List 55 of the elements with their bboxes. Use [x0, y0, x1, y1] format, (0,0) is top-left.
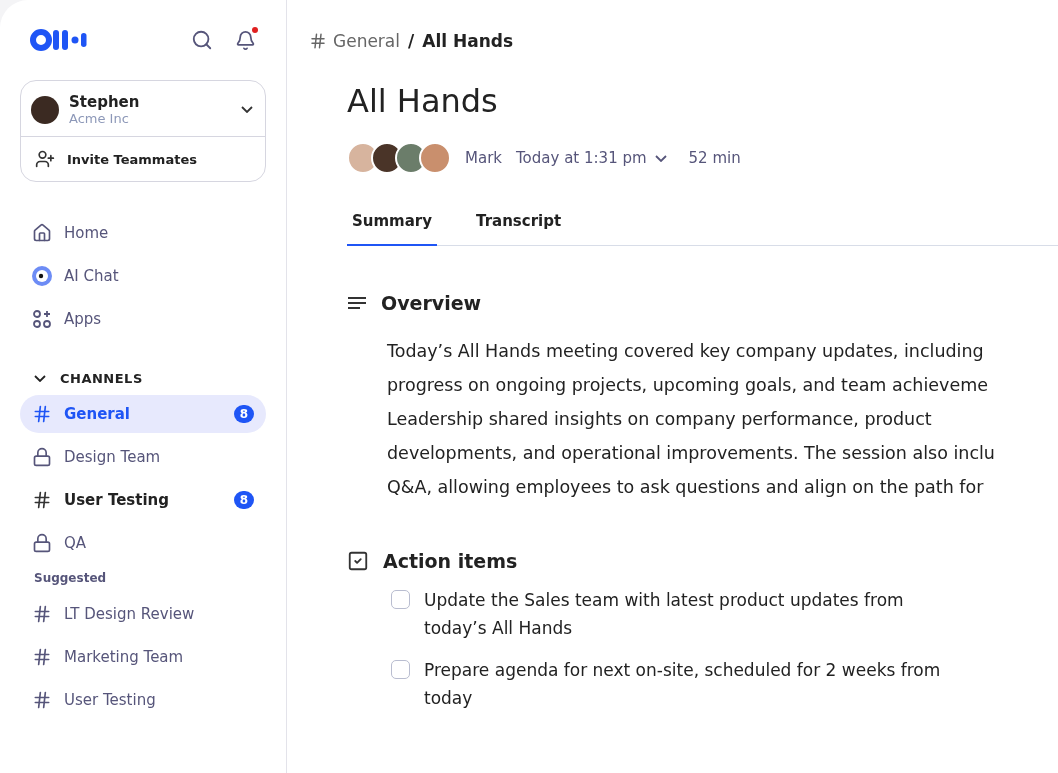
channel-item[interactable]: User Testing 8: [20, 481, 266, 519]
meeting-host: Mark: [465, 149, 502, 167]
channel-item[interactable]: User Testing: [20, 681, 266, 719]
tab[interactable]: Transcript: [471, 200, 567, 246]
hash-icon: [309, 32, 327, 50]
unread-count-badge: 8: [233, 491, 254, 509]
meeting-time-dropdown[interactable]: Today at 1:31 pm: [516, 149, 667, 167]
notifications-button[interactable]: [235, 29, 256, 51]
text-lines-icon: [347, 296, 367, 310]
breadcrumb-channel-link[interactable]: General: [309, 31, 400, 51]
action-item-text: Update the Sales team with latest product updates from today’s All Hands: [424, 589, 905, 640]
channel-item[interactable]: QA: [20, 524, 266, 562]
hash-icon: [32, 404, 52, 424]
user-avatar: [31, 95, 59, 124]
channel-item[interactable]: Marketing Team: [20, 638, 266, 676]
breadcrumb-separator: /: [408, 31, 415, 51]
channel-item[interactable]: Design Team: [20, 438, 266, 476]
channels-section-toggle[interactable]: CHANNELS: [20, 361, 266, 395]
account-switcher[interactable]: Stephen Acme Inc: [21, 81, 265, 137]
search-button[interactable]: [191, 29, 213, 51]
chevron-down-icon: [34, 374, 46, 382]
organization-name: Acme Inc: [69, 111, 130, 126]
action-item-checkbox[interactable]: [391, 590, 410, 609]
channel-item[interactable]: General 8: [20, 395, 266, 433]
logo-icon: [30, 29, 90, 51]
unread-count-badge: 8: [233, 405, 254, 423]
apps-icon: [32, 309, 52, 329]
hash-icon: [32, 647, 52, 667]
ai-chat-icon: [32, 266, 52, 286]
meeting-duration: 52 min: [688, 149, 741, 167]
hash-icon: [32, 604, 52, 624]
overview-paragraph: Today’s All Hands meeting covered key company updates, including progress on ongoing projects, upcoming goals, and team achieveme Leadership shared insights on company performance, product developments, and operational improvements. The session also inclu Q&A, allowing employees to ask questions and align on the path for: [387, 340, 996, 499]
section-heading: Overview: [381, 292, 482, 314]
invite-teammates-button[interactable]: Invite Teammates: [21, 137, 265, 181]
action-item-text: Prepare agenda for next on-site, scheduled for 2 weeks from today: [424, 659, 942, 710]
hash-icon: [32, 490, 52, 510]
breadcrumb-current: All Hands: [422, 31, 514, 51]
nav-item[interactable]: Home: [20, 214, 266, 252]
action-item-checkbox[interactable]: [391, 660, 410, 679]
section-heading: Action items: [383, 550, 518, 572]
hash-icon: [32, 690, 52, 710]
checkbox-square-icon: [347, 550, 369, 572]
home-icon: [32, 223, 52, 243]
user-name: Stephen: [69, 93, 141, 111]
nav-item[interactable]: AI Chat: [20, 257, 266, 295]
add-user-icon: [35, 149, 55, 169]
channel-item[interactable]: LT Design Review: [20, 595, 266, 633]
meeting-title: All Hands: [347, 82, 499, 120]
lock-icon: [32, 533, 52, 553]
chevron-down-icon: [241, 106, 253, 113]
lock-icon: [32, 447, 52, 467]
tab[interactable]: Summary: [347, 200, 438, 246]
suggested-heading: Suggested: [33, 570, 108, 587]
nav-item[interactable]: Apps: [20, 300, 266, 338]
chevron-down-icon: [654, 154, 667, 162]
